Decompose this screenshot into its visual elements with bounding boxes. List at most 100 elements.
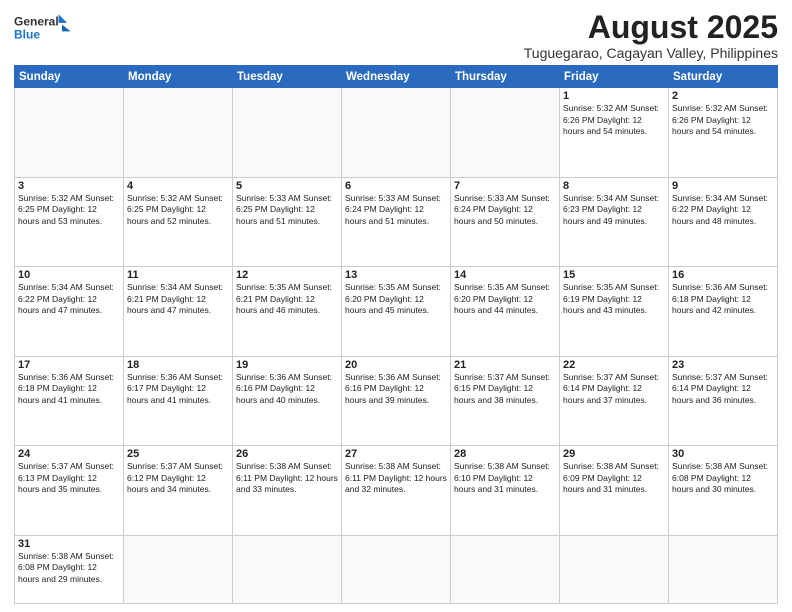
page: GeneralBlue August 2025 Tuguegarao, Caga… xyxy=(0,0,792,612)
day-info: Sunrise: 5:34 AM Sunset: 6:22 PM Dayligh… xyxy=(18,282,120,316)
day-number: 20 xyxy=(345,359,447,371)
day-number: 10 xyxy=(18,269,120,281)
day-info: Sunrise: 5:37 AM Sunset: 6:12 PM Dayligh… xyxy=(127,461,229,495)
title-block: August 2025 Tuguegarao, Cagayan Valley, … xyxy=(524,10,778,61)
calendar-day-cell: 16Sunrise: 5:36 AM Sunset: 6:18 PM Dayli… xyxy=(669,267,778,356)
calendar-day-cell xyxy=(342,88,451,177)
calendar-week-row: 10Sunrise: 5:34 AM Sunset: 6:22 PM Dayli… xyxy=(15,267,778,356)
day-number: 17 xyxy=(18,359,120,371)
day-info: Sunrise: 5:38 AM Sunset: 6:09 PM Dayligh… xyxy=(563,461,665,495)
calendar-week-row: 1Sunrise: 5:32 AM Sunset: 6:26 PM Daylig… xyxy=(15,88,778,177)
calendar-day-cell: 18Sunrise: 5:36 AM Sunset: 6:17 PM Dayli… xyxy=(124,356,233,445)
calendar-week-row: 3Sunrise: 5:32 AM Sunset: 6:25 PM Daylig… xyxy=(15,177,778,266)
day-number: 28 xyxy=(454,448,556,460)
calendar-day-cell: 14Sunrise: 5:35 AM Sunset: 6:20 PM Dayli… xyxy=(451,267,560,356)
day-info: Sunrise: 5:37 AM Sunset: 6:14 PM Dayligh… xyxy=(563,372,665,406)
calendar-day-cell: 17Sunrise: 5:36 AM Sunset: 6:18 PM Dayli… xyxy=(15,356,124,445)
svg-text:General: General xyxy=(14,14,59,28)
day-number: 1 xyxy=(563,90,665,102)
day-number: 8 xyxy=(563,180,665,192)
day-info: Sunrise: 5:35 AM Sunset: 6:20 PM Dayligh… xyxy=(454,282,556,316)
calendar-day-cell: 15Sunrise: 5:35 AM Sunset: 6:19 PM Dayli… xyxy=(560,267,669,356)
calendar-day-cell xyxy=(669,535,778,603)
col-sunday: Sunday xyxy=(15,66,124,88)
col-wednesday: Wednesday xyxy=(342,66,451,88)
day-info: Sunrise: 5:32 AM Sunset: 6:25 PM Dayligh… xyxy=(18,193,120,227)
day-number: 27 xyxy=(345,448,447,460)
calendar-week-row: 17Sunrise: 5:36 AM Sunset: 6:18 PM Dayli… xyxy=(15,356,778,445)
calendar-day-cell: 26Sunrise: 5:38 AM Sunset: 6:11 PM Dayli… xyxy=(233,446,342,535)
calendar-day-cell: 21Sunrise: 5:37 AM Sunset: 6:15 PM Dayli… xyxy=(451,356,560,445)
day-info: Sunrise: 5:34 AM Sunset: 6:21 PM Dayligh… xyxy=(127,282,229,316)
day-info: Sunrise: 5:33 AM Sunset: 6:24 PM Dayligh… xyxy=(454,193,556,227)
calendar-day-cell: 9Sunrise: 5:34 AM Sunset: 6:22 PM Daylig… xyxy=(669,177,778,266)
day-info: Sunrise: 5:36 AM Sunset: 6:16 PM Dayligh… xyxy=(345,372,447,406)
calendar-day-cell xyxy=(124,88,233,177)
day-number: 23 xyxy=(672,359,774,371)
day-number: 6 xyxy=(345,180,447,192)
day-info: Sunrise: 5:36 AM Sunset: 6:16 PM Dayligh… xyxy=(236,372,338,406)
header: GeneralBlue August 2025 Tuguegarao, Caga… xyxy=(14,10,778,61)
col-saturday: Saturday xyxy=(669,66,778,88)
calendar-day-cell xyxy=(124,535,233,603)
day-number: 3 xyxy=(18,180,120,192)
calendar-day-cell: 23Sunrise: 5:37 AM Sunset: 6:14 PM Dayli… xyxy=(669,356,778,445)
day-info: Sunrise: 5:35 AM Sunset: 6:19 PM Dayligh… xyxy=(563,282,665,316)
calendar-day-cell: 25Sunrise: 5:37 AM Sunset: 6:12 PM Dayli… xyxy=(124,446,233,535)
day-number: 31 xyxy=(18,538,120,550)
calendar-day-cell: 28Sunrise: 5:38 AM Sunset: 6:10 PM Dayli… xyxy=(451,446,560,535)
day-number: 15 xyxy=(563,269,665,281)
day-number: 14 xyxy=(454,269,556,281)
calendar-day-cell: 3Sunrise: 5:32 AM Sunset: 6:25 PM Daylig… xyxy=(15,177,124,266)
calendar-day-cell xyxy=(451,88,560,177)
day-info: Sunrise: 5:35 AM Sunset: 6:20 PM Dayligh… xyxy=(345,282,447,316)
calendar-table: Sunday Monday Tuesday Wednesday Thursday… xyxy=(14,65,778,604)
calendar-day-cell: 8Sunrise: 5:34 AM Sunset: 6:23 PM Daylig… xyxy=(560,177,669,266)
day-number: 16 xyxy=(672,269,774,281)
day-number: 24 xyxy=(18,448,120,460)
day-number: 26 xyxy=(236,448,338,460)
calendar-day-cell: 22Sunrise: 5:37 AM Sunset: 6:14 PM Dayli… xyxy=(560,356,669,445)
day-number: 18 xyxy=(127,359,229,371)
day-info: Sunrise: 5:38 AM Sunset: 6:10 PM Dayligh… xyxy=(454,461,556,495)
col-tuesday: Tuesday xyxy=(233,66,342,88)
logo: GeneralBlue xyxy=(14,10,74,46)
day-info: Sunrise: 5:38 AM Sunset: 6:08 PM Dayligh… xyxy=(672,461,774,495)
day-number: 2 xyxy=(672,90,774,102)
day-info: Sunrise: 5:34 AM Sunset: 6:22 PM Dayligh… xyxy=(672,193,774,227)
calendar-day-cell: 27Sunrise: 5:38 AM Sunset: 6:11 PM Dayli… xyxy=(342,446,451,535)
calendar-day-cell xyxy=(560,535,669,603)
calendar-day-cell: 30Sunrise: 5:38 AM Sunset: 6:08 PM Dayli… xyxy=(669,446,778,535)
subtitle: Tuguegarao, Cagayan Valley, Philippines xyxy=(524,45,778,61)
day-info: Sunrise: 5:38 AM Sunset: 6:08 PM Dayligh… xyxy=(18,551,120,585)
calendar-day-cell xyxy=(451,535,560,603)
generalblue-logo-icon: GeneralBlue xyxy=(14,10,74,46)
calendar-day-cell: 10Sunrise: 5:34 AM Sunset: 6:22 PM Dayli… xyxy=(15,267,124,356)
day-number: 12 xyxy=(236,269,338,281)
calendar-day-cell: 13Sunrise: 5:35 AM Sunset: 6:20 PM Dayli… xyxy=(342,267,451,356)
day-info: Sunrise: 5:37 AM Sunset: 6:14 PM Dayligh… xyxy=(672,372,774,406)
day-number: 29 xyxy=(563,448,665,460)
day-info: Sunrise: 5:36 AM Sunset: 6:18 PM Dayligh… xyxy=(18,372,120,406)
calendar-day-cell xyxy=(233,88,342,177)
day-number: 4 xyxy=(127,180,229,192)
calendar-day-cell: 12Sunrise: 5:35 AM Sunset: 6:21 PM Dayli… xyxy=(233,267,342,356)
calendar-day-cell: 5Sunrise: 5:33 AM Sunset: 6:25 PM Daylig… xyxy=(233,177,342,266)
svg-text:Blue: Blue xyxy=(14,27,40,41)
calendar-day-cell: 11Sunrise: 5:34 AM Sunset: 6:21 PM Dayli… xyxy=(124,267,233,356)
day-info: Sunrise: 5:37 AM Sunset: 6:13 PM Dayligh… xyxy=(18,461,120,495)
calendar-day-cell: 7Sunrise: 5:33 AM Sunset: 6:24 PM Daylig… xyxy=(451,177,560,266)
calendar-day-cell: 24Sunrise: 5:37 AM Sunset: 6:13 PM Dayli… xyxy=(15,446,124,535)
calendar-week-row: 31Sunrise: 5:38 AM Sunset: 6:08 PM Dayli… xyxy=(15,535,778,603)
day-info: Sunrise: 5:32 AM Sunset: 6:26 PM Dayligh… xyxy=(672,103,774,137)
day-number: 9 xyxy=(672,180,774,192)
calendar-day-cell xyxy=(233,535,342,603)
calendar-day-cell xyxy=(15,88,124,177)
calendar-day-cell: 19Sunrise: 5:36 AM Sunset: 6:16 PM Dayli… xyxy=(233,356,342,445)
day-number: 30 xyxy=(672,448,774,460)
day-info: Sunrise: 5:38 AM Sunset: 6:11 PM Dayligh… xyxy=(236,461,338,495)
day-info: Sunrise: 5:38 AM Sunset: 6:11 PM Dayligh… xyxy=(345,461,447,495)
main-title: August 2025 xyxy=(524,10,778,45)
day-number: 5 xyxy=(236,180,338,192)
day-info: Sunrise: 5:32 AM Sunset: 6:26 PM Dayligh… xyxy=(563,103,665,137)
